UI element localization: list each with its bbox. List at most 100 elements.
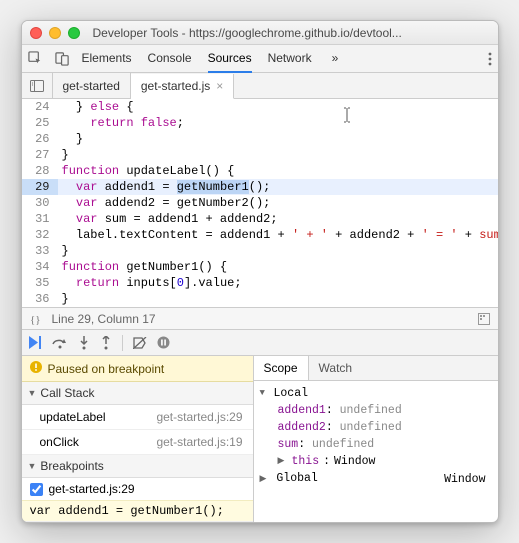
step-over-icon[interactable]	[52, 337, 68, 349]
devtools-window: Developer Tools - https://googlechrome.g…	[21, 20, 499, 523]
device-toolbar-icon[interactable]	[55, 51, 70, 66]
coverage-icon[interactable]	[478, 313, 490, 325]
gutter-line-number[interactable]: 25	[22, 115, 58, 131]
code-text: }	[58, 147, 498, 163]
gutter-line-number[interactable]: 35	[22, 275, 58, 291]
code-line[interactable]: 28function updateLabel() {	[22, 163, 498, 179]
code-text: function updateLabel() {	[58, 163, 498, 179]
stack-frame[interactable]: onClick get-started.js:19	[22, 430, 253, 455]
tab-scope[interactable]: Scope	[254, 356, 309, 380]
tab-console[interactable]: Console	[148, 45, 192, 73]
settings-kebab-icon[interactable]	[488, 52, 492, 66]
code-text: return false;	[58, 115, 498, 131]
svg-text:{}: {}	[30, 314, 41, 325]
tab-sources[interactable]: Sources	[208, 45, 252, 73]
close-icon[interactable]: ×	[216, 79, 223, 93]
scope-local-label: Local	[274, 385, 309, 402]
call-stack-header[interactable]: ▼ Call Stack	[22, 382, 253, 405]
var-value: undefined	[340, 421, 402, 434]
step-into-icon[interactable]	[78, 336, 90, 350]
scope-var[interactable]: addend2: undefined	[260, 419, 492, 436]
var-value: undefined	[312, 438, 374, 451]
chevron-right-icon: ▶	[260, 471, 270, 488]
chevron-down-icon: ▼	[28, 388, 37, 398]
tabs-overflow-icon[interactable]: »	[332, 45, 339, 73]
code-text: }	[58, 243, 498, 259]
chevron-down-icon: ▼	[28, 461, 37, 471]
debugger-panes: Paused on breakpoint ▼ Call Stack update…	[22, 355, 498, 522]
stack-frame-fn: onClick	[40, 435, 79, 449]
gutter-line-number[interactable]: 34	[22, 259, 58, 275]
breakpoint-item[interactable]: get-started.js:29	[22, 478, 253, 500]
navigator-toggle-icon[interactable]	[22, 73, 53, 98]
debugger-right-pane: Scope Watch ▼ Local addend1: undefined a…	[254, 356, 498, 522]
code-line[interactable]: 25 return false;	[22, 115, 498, 131]
code-line[interactable]: 29 var addend1 = getNumber1();	[22, 179, 498, 195]
breakpoint-label: get-started.js:29	[49, 482, 135, 496]
gutter-line-number[interactable]: 36	[22, 291, 58, 307]
stack-frame-fn: updateLabel	[40, 410, 106, 424]
paused-banner: Paused on breakpoint	[22, 356, 253, 382]
stack-frame[interactable]: updateLabel get-started.js:29	[22, 405, 253, 430]
scope-tabs: Scope Watch	[254, 356, 498, 381]
var-name: addend2	[278, 421, 326, 434]
tab-elements[interactable]: Elements	[82, 45, 132, 73]
code-text: function getNumber1() {	[58, 259, 498, 275]
code-line[interactable]: 33}	[22, 243, 498, 259]
code-line[interactable]: 30 var addend2 = getNumber2();	[22, 195, 498, 211]
code-text: }	[58, 291, 498, 307]
tab-watch[interactable]: Watch	[309, 356, 363, 380]
scope-this[interactable]: ▶ this: Window	[260, 453, 492, 470]
deactivate-breakpoints-icon[interactable]	[133, 337, 147, 349]
tab-network[interactable]: Network	[268, 45, 312, 73]
pretty-print-icon[interactable]: {}	[30, 313, 44, 325]
code-text: }	[58, 131, 498, 147]
breakpoints-header[interactable]: ▼ Breakpoints	[22, 455, 253, 478]
gutter-line-number[interactable]: 32	[22, 227, 58, 243]
titlebar: Developer Tools - https://googlechrome.g…	[22, 21, 498, 45]
window-minimize-button[interactable]	[49, 27, 61, 39]
code-line[interactable]: 36}	[22, 291, 498, 307]
gutter-line-number[interactable]: 27	[22, 147, 58, 163]
scope-var[interactable]: sum: undefined	[260, 436, 492, 453]
step-out-icon[interactable]	[100, 336, 112, 350]
panel-tabs: Elements Console Sources Network »	[82, 45, 339, 73]
gutter-line-number[interactable]: 29	[22, 179, 58, 195]
main-toolbar: Elements Console Sources Network »	[22, 45, 498, 73]
warning-icon	[30, 361, 42, 376]
breakpoint-checkbox[interactable]	[30, 483, 43, 496]
gutter-line-number[interactable]: 31	[22, 211, 58, 227]
gutter-line-number[interactable]: 28	[22, 163, 58, 179]
var-value: undefined	[340, 404, 402, 417]
gutter-line-number[interactable]: 24	[22, 99, 58, 115]
code-line[interactable]: 27}	[22, 147, 498, 163]
code-editor[interactable]: 24 } else {25 return false;26 }27}28func…	[22, 99, 498, 307]
gutter-line-number[interactable]: 26	[22, 131, 58, 147]
code-line[interactable]: 35 return inputs[0].value;	[22, 275, 498, 291]
code-text: label.textContent = addend1 + ' + ' + ad…	[58, 227, 498, 243]
inspect-element-icon[interactable]	[28, 51, 43, 66]
code-line[interactable]: 31 var sum = addend1 + addend2;	[22, 211, 498, 227]
stack-frame-loc: get-started.js:29	[156, 410, 242, 424]
code-line[interactable]: 24 } else {	[22, 99, 498, 115]
window-close-button[interactable]	[30, 27, 42, 39]
code-line[interactable]: 32 label.textContent = addend1 + ' + ' +…	[22, 227, 498, 243]
scope-local[interactable]: ▼ Local	[260, 385, 492, 402]
code-line[interactable]: 26 }	[22, 131, 498, 147]
code-text: } else {	[58, 99, 498, 115]
cursor-position: Line 29, Column 17	[52, 312, 156, 326]
window-zoom-button[interactable]	[68, 27, 80, 39]
code-line[interactable]: 34function getNumber1() {	[22, 259, 498, 275]
scope-global-value: Window	[444, 471, 485, 488]
scope-var[interactable]: addend1: undefined	[260, 402, 492, 419]
file-tab-get-started[interactable]: get-started	[53, 73, 131, 98]
file-tab-get-started-js[interactable]: get-started.js ×	[131, 74, 234, 99]
scope-global[interactable]: ▶ Global Window	[260, 470, 492, 488]
resume-icon[interactable]	[28, 336, 42, 349]
chevron-right-icon: ▶	[278, 453, 288, 470]
chevron-down-icon: ▼	[260, 385, 270, 402]
var-name: addend1	[278, 404, 326, 417]
gutter-line-number[interactable]: 33	[22, 243, 58, 259]
pause-exceptions-icon[interactable]	[157, 336, 170, 349]
gutter-line-number[interactable]: 30	[22, 195, 58, 211]
